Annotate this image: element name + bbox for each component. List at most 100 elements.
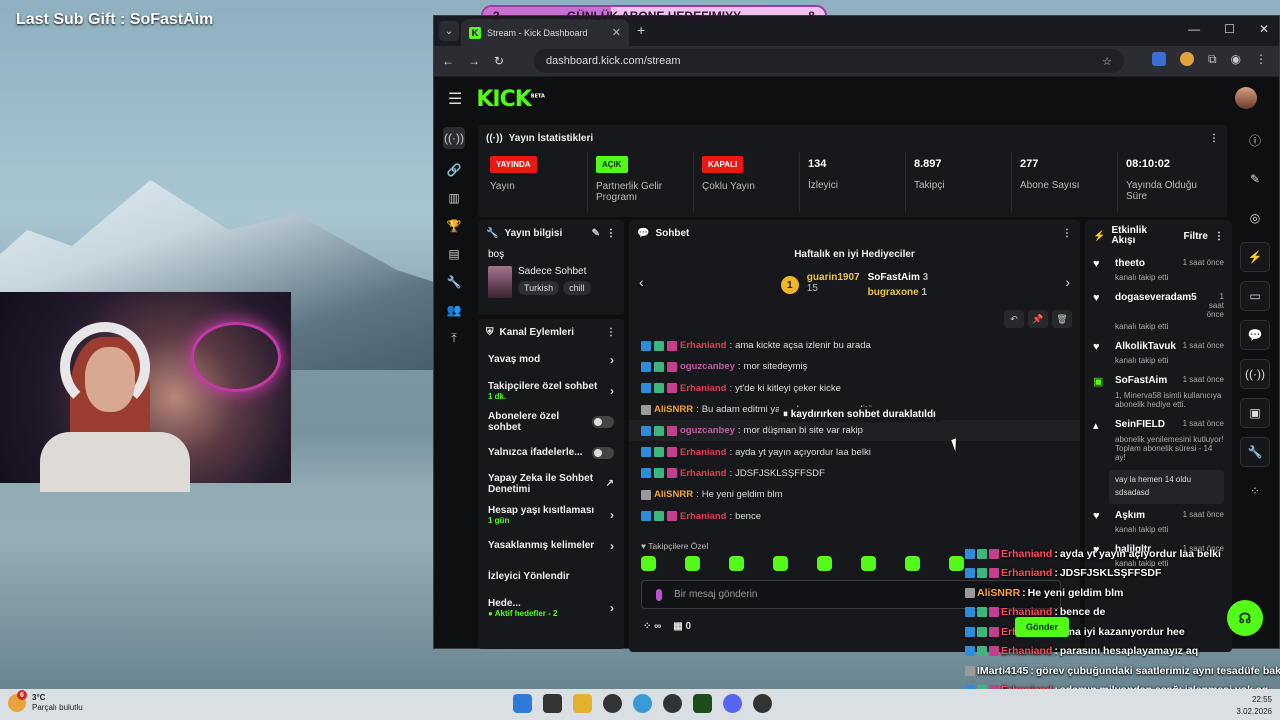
minimize-icon[interactable]: —: [1188, 22, 1200, 36]
send-button[interactable]: Gönder: [1015, 617, 1069, 637]
infinity-icon[interactable]: ⁘ ∞: [643, 621, 661, 632]
emote-icon[interactable]: [861, 556, 876, 571]
layout-icon[interactable]: ▣: [1240, 398, 1270, 428]
chat-username[interactable]: oguzcanbey: [680, 361, 735, 372]
chat-username[interactable]: Erhaniand: [680, 511, 726, 522]
link-icon[interactable]: 🔗: [443, 163, 465, 177]
camera-icon[interactable]: ◎: [1240, 203, 1270, 233]
toggle-switch[interactable]: [592, 446, 614, 459]
channel-action-item[interactable]: Abonelere özel sohbet: [478, 408, 624, 435]
channel-actions-more-icon[interactable]: ⋮: [606, 327, 616, 338]
chat-username[interactable]: Erhaniand: [680, 468, 726, 479]
start-icon[interactable]: [513, 694, 532, 713]
emote-icon[interactable]: [949, 556, 964, 571]
emote-icon[interactable]: [729, 556, 744, 571]
media-icon[interactable]: ▤: [443, 247, 465, 261]
upload-icon[interactable]: ⤒: [443, 331, 465, 345]
gifters-prev-icon[interactable]: ‹: [639, 274, 644, 290]
chat-username[interactable]: AliSNRR: [654, 404, 693, 415]
user-avatar[interactable]: [1235, 87, 1257, 109]
chat-more-icon[interactable]: ⋮: [1062, 228, 1072, 239]
chat-message[interactable]: Erhaniand: JDSFJSKLSŞFFSDF: [629, 463, 1080, 484]
analytics-icon[interactable]: ▥: [443, 191, 465, 205]
activity-event[interactable]: ♥ theeto 1 saat önce kanalı takip etti: [1085, 252, 1232, 286]
channel-action-item[interactable]: Hede... ● Aktif hedefler - 2 ›: [478, 594, 624, 621]
reload-icon[interactable]: ↻: [494, 54, 504, 68]
chat-message[interactable]: Erhaniand: yt'de ki kitleyi çeker kicke: [629, 378, 1080, 399]
chat-username[interactable]: AliSNRR: [654, 489, 693, 500]
wrench-icon[interactable]: 🔧: [443, 275, 465, 289]
points-icon[interactable]: ▦ 0: [673, 621, 691, 632]
activity-filter-button[interactable]: Filtre: [1184, 231, 1208, 242]
chrome-icon[interactable]: [633, 694, 652, 713]
app-icon[interactable]: [663, 694, 682, 713]
channel-action-item[interactable]: Yavaş mod ›: [478, 346, 624, 373]
users-icon[interactable]: 👥: [443, 303, 465, 317]
gifters-next-icon[interactable]: ›: [1065, 274, 1070, 290]
chat-username[interactable]: Erhaniand: [680, 447, 726, 458]
close-window-icon[interactable]: ✕: [1259, 22, 1269, 36]
trophy-icon[interactable]: 🏆: [443, 219, 465, 233]
pin-icon[interactable]: 📌: [1028, 310, 1048, 328]
forward-icon[interactable]: →: [468, 54, 480, 68]
clock[interactable]: 22:55 3.02.2026: [1236, 694, 1272, 718]
file-explorer-icon[interactable]: [573, 694, 592, 713]
kick-app-icon[interactable]: [693, 694, 712, 713]
chat-message[interactable]: AliSNRR: He yeni geldim blm: [629, 484, 1080, 505]
tag-chip[interactable]: chill: [563, 281, 591, 295]
close-tab-icon[interactable]: ✕: [612, 26, 621, 39]
toggle-switch[interactable]: [592, 415, 614, 428]
channel-action-item[interactable]: Takipçilere özel sohbet 1 dk. ›: [478, 377, 624, 404]
notes-icon[interactable]: ▭: [1240, 281, 1270, 311]
discord-icon[interactable]: [723, 694, 742, 713]
chat-paused-banner[interactable]: ⏸ kaydırırken sohbet duraklatıldı: [779, 407, 940, 422]
obs-icon[interactable]: [603, 694, 622, 713]
activity-event[interactable]: ♥ AlkolikTavuk 1 saat önce kanalı takip ett…: [1085, 335, 1232, 369]
channel-action-item[interactable]: Yapay Zeka ile Sohbet Denetimi ↗: [478, 470, 624, 497]
chat-bubble-icon[interactable]: 💬: [1240, 320, 1270, 350]
emote-icon[interactable]: [905, 556, 920, 571]
channel-action-item[interactable]: Hesap yaşı kısıtlaması 1 gün ›: [478, 501, 624, 528]
translate-extension-icon[interactable]: [1151, 52, 1166, 66]
reply-icon[interactable]: ↶: [1004, 310, 1024, 328]
activity-event[interactable]: ♥ dogaseveradam5 1 saat önce kanalı takip e…: [1085, 286, 1232, 335]
activity-event[interactable]: ▣ SoFastAim 1 saat önce 1, Minerva58 isimli…: [1085, 369, 1232, 413]
task-view-icon[interactable]: [543, 694, 562, 713]
channel-action-item[interactable]: Yasaklanmış kelimeler ›: [478, 532, 624, 559]
stats-more-icon[interactable]: ⋮: [1209, 133, 1219, 144]
activity-event[interactable]: ♥ Aşkım 1 saat önce kanalı takip etti: [1085, 504, 1232, 538]
emote-icon[interactable]: [773, 556, 788, 571]
info-icon[interactable]: ⓘ: [1240, 125, 1270, 155]
new-tab-button[interactable]: +: [637, 22, 645, 38]
extension-icon[interactable]: [1179, 52, 1194, 66]
url-field[interactable]: dashboard.kick.com/stream ☆: [534, 49, 1124, 73]
chat-username[interactable]: oguzcanbey: [680, 425, 735, 436]
broadcast-icon[interactable]: ((·)): [1240, 359, 1270, 389]
delete-icon[interactable]: 🗑: [1052, 310, 1072, 328]
edit-icon[interactable]: ✎: [592, 228, 600, 239]
tab-search-button[interactable]: ⌄: [439, 21, 459, 41]
nodes-icon[interactable]: ⁘: [1240, 476, 1270, 506]
browser-tab[interactable]: K Stream - Kick Dashboard ✕: [461, 19, 629, 46]
hamburger-menu-icon[interactable]: ☰: [448, 89, 462, 109]
chat-message[interactable]: Erhaniand: bence: [629, 505, 1080, 526]
stream-broadcast-icon[interactable]: ((·)): [443, 127, 465, 149]
puzzle-icon[interactable]: ⧉: [1208, 52, 1217, 67]
pencil-icon[interactable]: ✎: [1240, 164, 1270, 194]
chat-message[interactable]: Erhaniand: ayda yt yayın açıyordur laa be…: [629, 441, 1080, 462]
weather-widget[interactable]: 6 3°C Parçalı bulutlu: [8, 690, 83, 714]
tag-chip[interactable]: Turkish: [518, 281, 560, 295]
kick-logo[interactable]: KICKBETA: [476, 87, 545, 112]
emote-icon[interactable]: [685, 556, 700, 571]
stream-info-more-icon[interactable]: ⋮: [606, 228, 616, 239]
channel-action-item[interactable]: Yalnızca ifadelerle...: [478, 439, 624, 466]
chat-message[interactable]: oguzcanbey: mor düşman bi site var rakip: [629, 420, 1080, 442]
bookmark-star-icon[interactable]: ☆: [1102, 55, 1112, 68]
activity-more-icon[interactable]: ⋮: [1214, 231, 1224, 242]
menu-icon[interactable]: ⋮: [1255, 52, 1267, 67]
maximize-icon[interactable]: ☐: [1224, 22, 1235, 36]
chat-username[interactable]: Erhaniand: [680, 340, 726, 351]
chat-message[interactable]: Erhaniand: ama kickte açsa izlenir bu ara…: [629, 335, 1080, 356]
support-headset-icon[interactable]: ☊: [1227, 600, 1263, 636]
channel-action-item[interactable]: İzleyici Yönlendir: [478, 563, 624, 590]
